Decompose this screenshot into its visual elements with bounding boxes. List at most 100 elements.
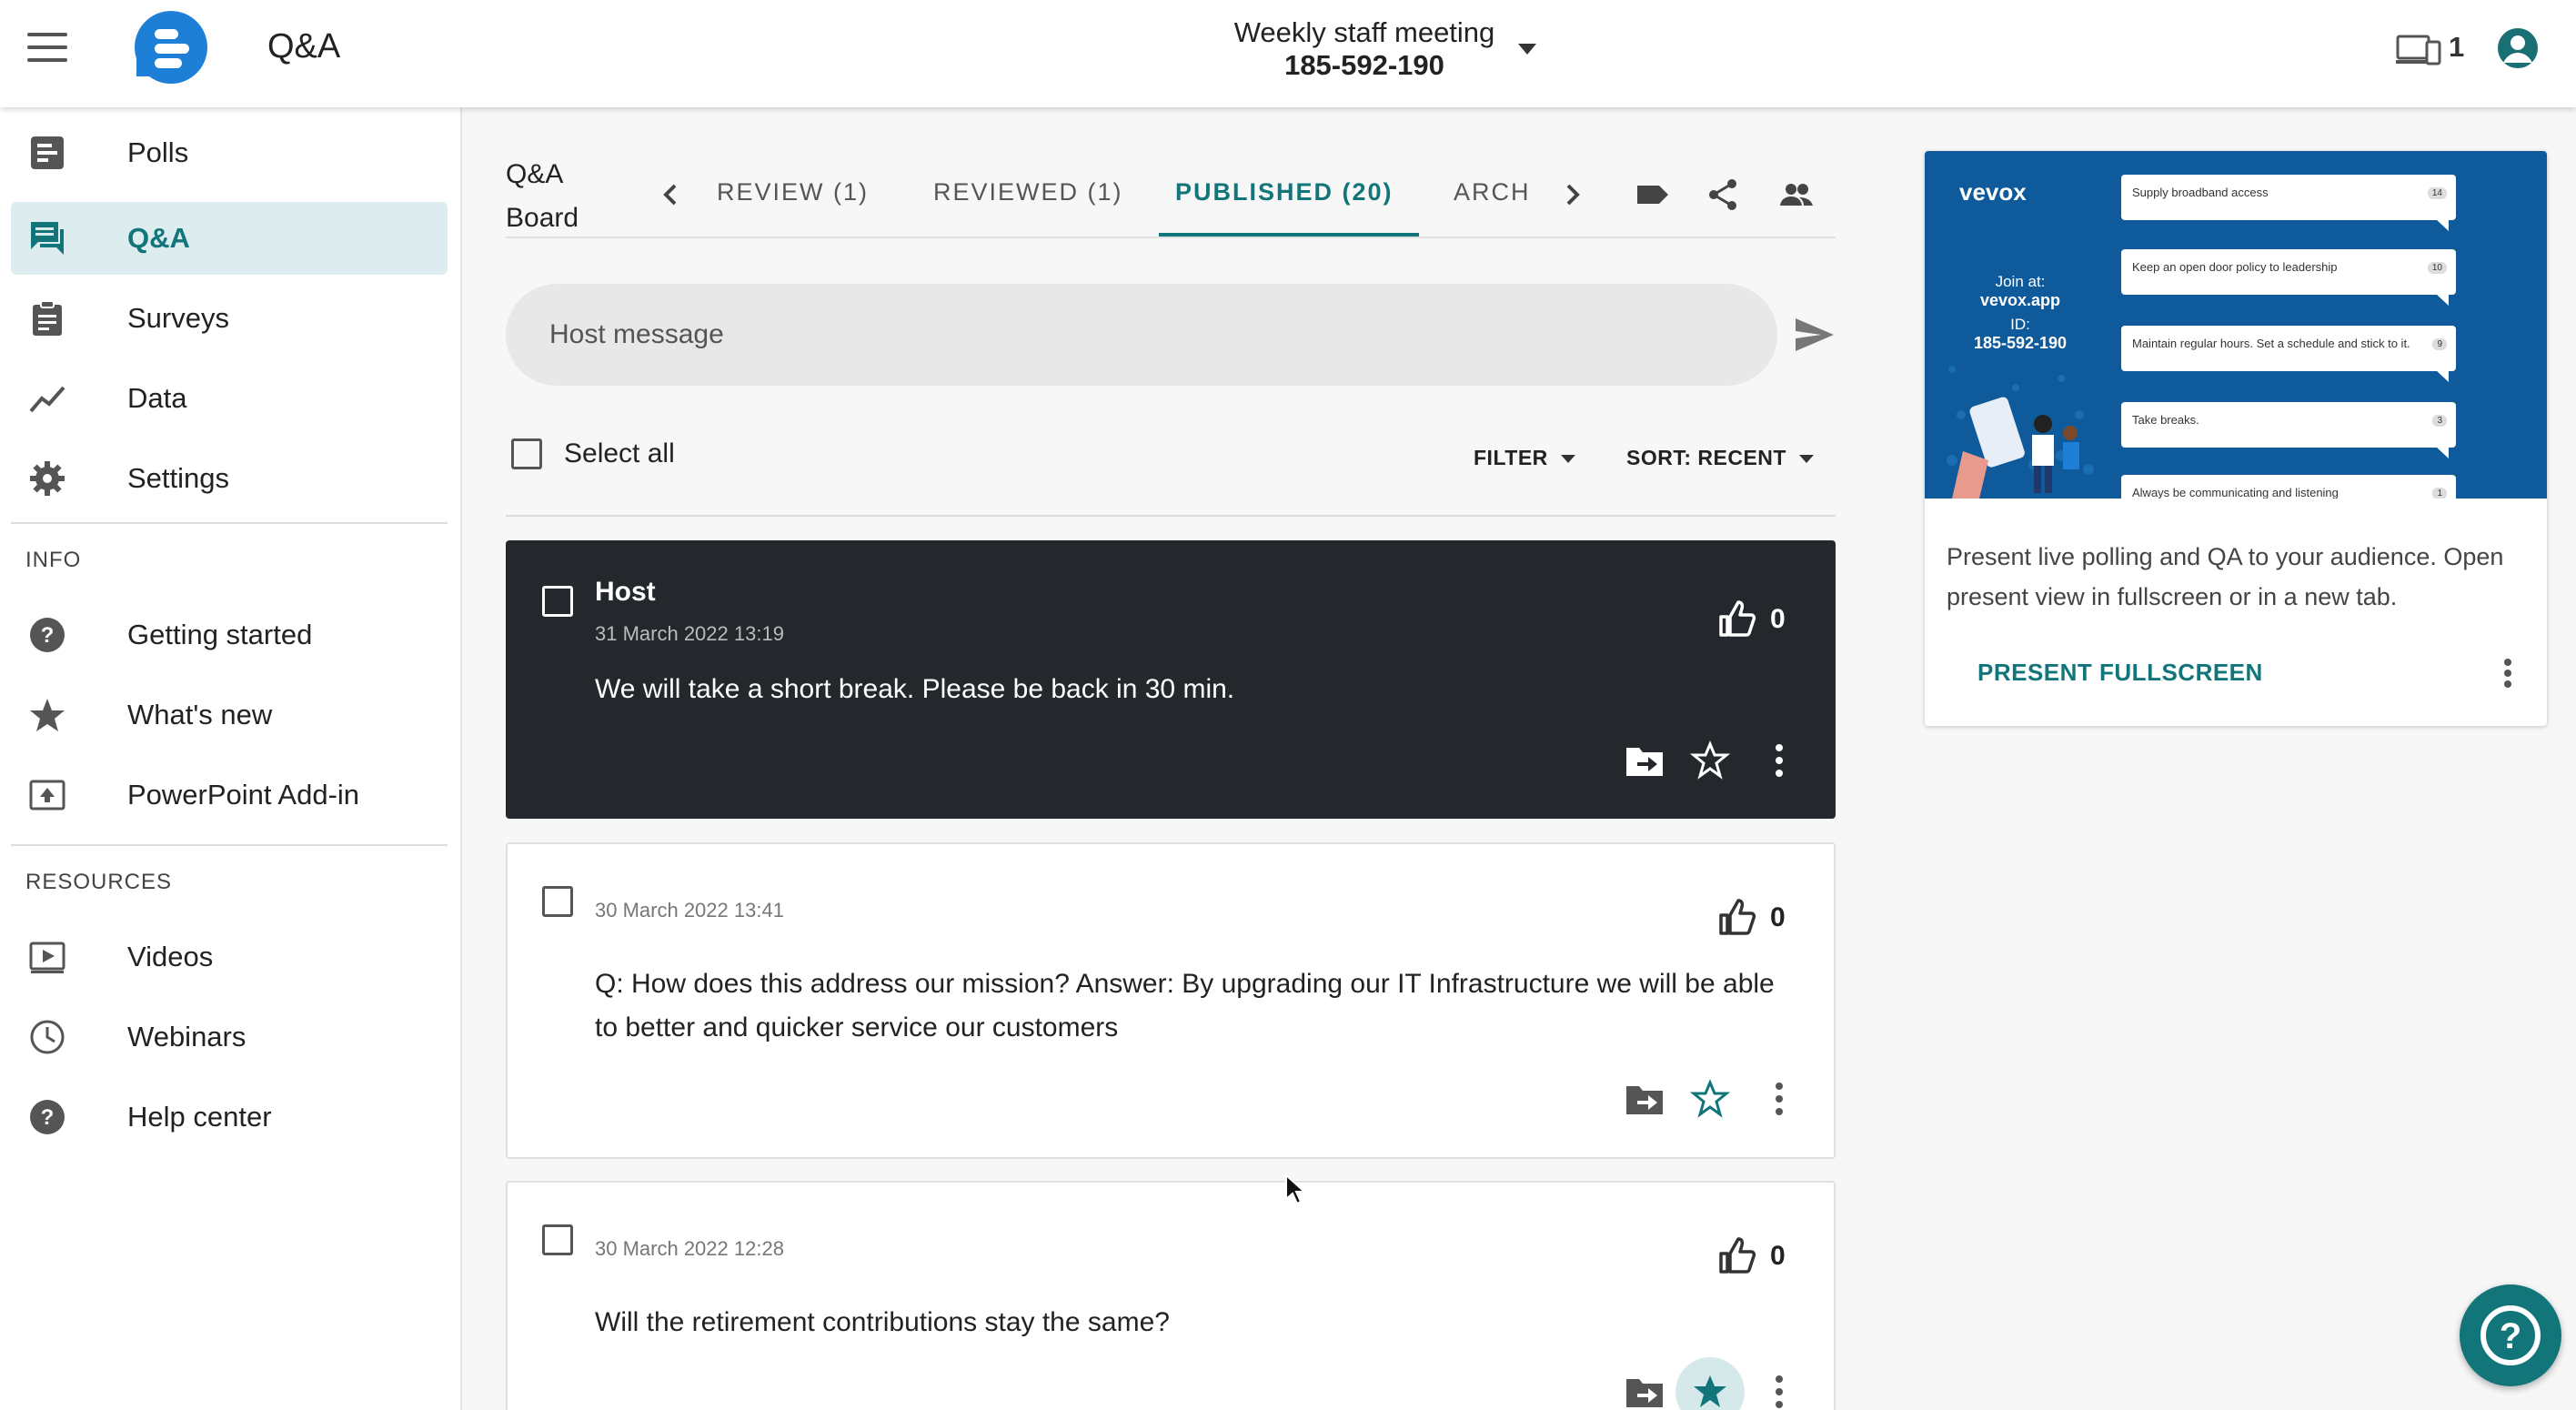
like-count: 0 (1770, 902, 1786, 932)
preview-question-votes: 3 (2432, 415, 2447, 427)
preview-question: Take breaks. 3 (2121, 402, 2456, 458)
sidebar-item-label: Polls (127, 136, 189, 168)
video-icon (29, 942, 65, 973)
chevron-down-icon (1560, 455, 1575, 464)
sidebar-item-settings[interactable]: Settings (11, 442, 448, 515)
sidebar-item-videos[interactable]: Videos (11, 921, 448, 993)
filter-button[interactable]: FILTER (1474, 446, 1575, 470)
help-circle-icon: ? (30, 618, 65, 652)
star-icon[interactable] (1690, 1079, 1730, 1119)
sidebar-item-label: Getting started (127, 619, 313, 650)
thumbs-up-icon (1719, 1237, 1756, 1274)
more-vert-icon[interactable] (1759, 740, 1799, 781)
preview-question-text: Take breaks. (2132, 413, 2199, 427)
mouse-cursor-icon (1285, 1173, 1306, 1205)
message-card: 30 March 2022 13:41 Q: How does this add… (506, 842, 1836, 1159)
svg-text:?: ? (41, 623, 55, 648)
sidebar-item-label: Videos (127, 941, 214, 972)
page-title-line2: Board (506, 203, 579, 233)
preview-question-votes: 14 (2427, 187, 2447, 199)
sidebar-item-surveys[interactable]: Surveys (11, 282, 448, 355)
sidebar-item-help-center[interactable]: ? Help center (11, 1081, 448, 1153)
bubble-tail (2436, 294, 2449, 306)
sidebar-item-label: Settings (127, 462, 230, 494)
help-circle-icon: ? (2480, 1305, 2541, 1365)
sidebar-item-qa[interactable]: Q&A (11, 202, 448, 275)
sidebar-item-data[interactable]: Data (11, 362, 448, 435)
present-description: Present live polling and QA to your audi… (1947, 543, 2504, 610)
sidebar-item-label: PowerPoint Add-in (127, 779, 360, 811)
chevron-right-icon[interactable] (1559, 178, 1586, 211)
preview-join-url: vevox.app (1979, 291, 2061, 309)
chevron-down-icon[interactable] (1518, 44, 1536, 55)
message-checkbox[interactable] (542, 586, 573, 617)
chevron-left-icon[interactable] (657, 178, 684, 211)
like-button[interactable]: 0 (1717, 1235, 1817, 1277)
help-button[interactable]: ? (2460, 1284, 2561, 1386)
preview-id-label: ID: (2010, 316, 2030, 333)
preview-question-votes: 10 (2427, 262, 2447, 274)
tab-published[interactable]: PUBLISHED (20) (1175, 178, 1394, 206)
select-all-checkbox[interactable] (511, 438, 542, 469)
send-icon[interactable] (1794, 317, 1836, 353)
tag-icon[interactable] (1635, 178, 1670, 211)
app-title: Q&A (267, 27, 341, 65)
present-preview[interactable]: vevox Join at: vevox.app ID: 185-592-190… (1925, 151, 2547, 499)
surveys-icon (33, 300, 62, 336)
page-title: Q&A Board (506, 153, 579, 240)
more-vert-icon[interactable] (2492, 655, 2523, 691)
menu-icon[interactable] (27, 33, 67, 64)
sidebar-item-label: What's new (127, 699, 273, 730)
sidebar-item-label: Webinars (127, 1021, 247, 1052)
meeting-selector[interactable]: Weekly staff meeting 185-592-190 (1182, 16, 1546, 82)
preview-id-value: 185-592-190 (1973, 334, 2068, 352)
tab-archived[interactable]: ARCH (1454, 178, 1528, 206)
filter-label: FILTER (1474, 446, 1548, 469)
qa-icon (31, 222, 64, 255)
like-button[interactable]: 0 (1717, 897, 1817, 939)
clock-icon (30, 1020, 65, 1054)
sort-button[interactable]: SORT: RECENT (1626, 446, 1814, 470)
svg-text:?: ? (41, 1105, 55, 1130)
preview-logo: vevox (1959, 178, 2027, 206)
people-icon[interactable] (1779, 178, 1814, 211)
host-message-input[interactable] (506, 284, 1777, 386)
present-fullscreen-button[interactable]: PRESENT FULLSCREEN (1977, 659, 2263, 687)
devices-icon[interactable] (2396, 33, 2441, 67)
preview-question-votes: 1 (2432, 488, 2447, 499)
more-vert-icon[interactable] (1759, 1079, 1799, 1119)
sidebar-item-polls[interactable]: Polls (11, 116, 448, 189)
message-checkbox[interactable] (542, 886, 573, 917)
preview-join-info: Join at: vevox.app ID: 185-592-190 (1943, 273, 2098, 353)
message-checkbox[interactable] (542, 1224, 573, 1255)
move-to-folder-icon[interactable] (1625, 1372, 1665, 1410)
more-vert-icon[interactable] (1759, 1372, 1799, 1410)
like-count: 0 (1770, 1241, 1786, 1271)
star-icon[interactable] (1690, 1372, 1730, 1410)
sidebar-item-whats-new[interactable]: What's new (11, 679, 448, 751)
message-text: We will take a short break. Please be ba… (595, 674, 1235, 704)
account-icon[interactable] (2498, 28, 2538, 68)
devices-count: 1 (2449, 31, 2465, 63)
chevron-down-icon (1798, 455, 1814, 464)
preview-question: Always be communicating and listening 1 (2121, 475, 2456, 499)
move-to-folder-icon[interactable] (1625, 1079, 1665, 1119)
star-icon[interactable] (1690, 740, 1730, 781)
sidebar-item-webinars[interactable]: Webinars (11, 1001, 448, 1073)
tab-reviewed[interactable]: REVIEWED (1) (933, 178, 1123, 206)
preview-question-text: Always be communicating and listening (2132, 486, 2339, 499)
resources-section-title: RESOURCES (25, 870, 173, 894)
preview-question: Supply broadband access 14 (2121, 175, 2456, 231)
message-date: 30 March 2022 13:41 (595, 899, 784, 922)
message-author: Host (595, 577, 656, 607)
sidebar: Polls Q&A Surveys Data Settings INFO ? G… (0, 107, 462, 1410)
thumbs-up-icon (1719, 600, 1756, 637)
tabs-divider (506, 237, 1836, 238)
share-icon[interactable] (1706, 178, 1741, 211)
like-button[interactable]: 0 (1717, 599, 1817, 640)
tab-review[interactable]: REVIEW (1) (717, 178, 869, 206)
thumbs-up-icon (1719, 899, 1756, 935)
move-to-folder-icon[interactable] (1625, 740, 1665, 781)
sidebar-item-powerpoint[interactable]: PowerPoint Add-in (11, 759, 448, 831)
sidebar-item-getting-started[interactable]: ? Getting started (11, 599, 448, 671)
